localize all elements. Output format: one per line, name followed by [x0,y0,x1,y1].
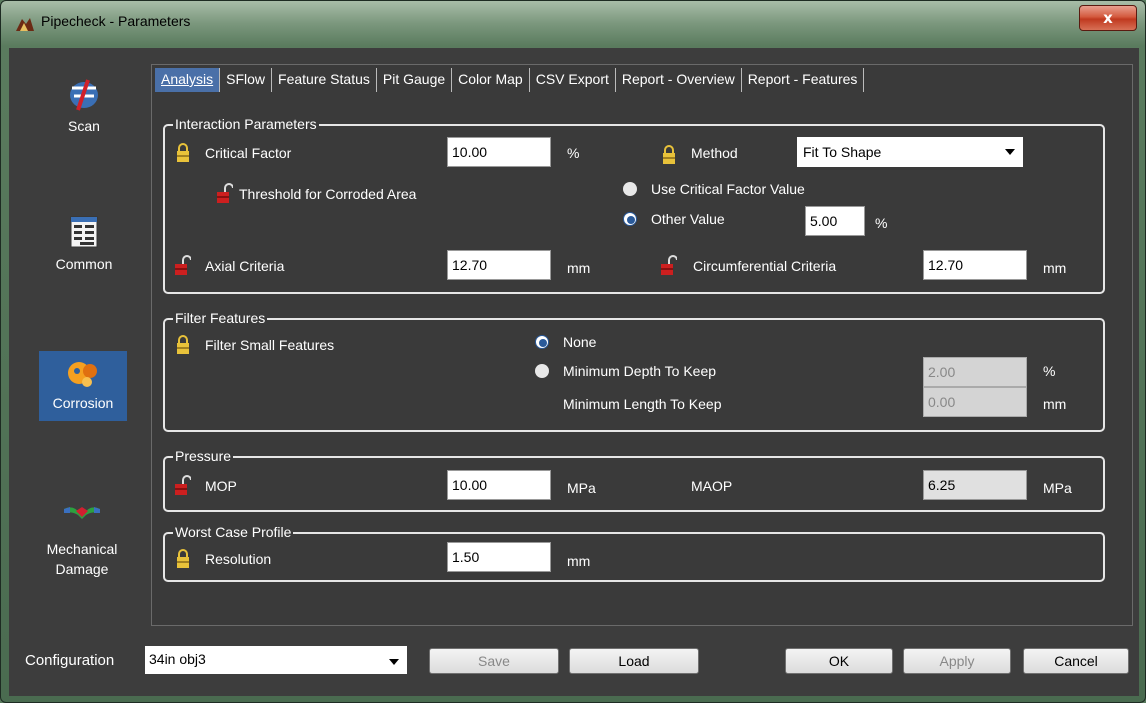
maop-label: MAOP [691,478,733,494]
sidebar-item-corrosion[interactable]: Corrosion [39,351,127,421]
mechanical-damage-icon [64,507,100,519]
circumferential-criteria-input[interactable]: 12.70 [923,250,1027,280]
title-bar[interactable]: Pipecheck - Parameters x [1,1,1145,47]
chevron-down-icon [1005,149,1015,155]
filter-none-label: None [563,334,597,350]
tab-feature-status[interactable]: Feature Status [272,68,377,92]
tab-bar: Analysis SFlow Feature Status Pit Gauge … [155,68,865,94]
other-value-radio[interactable] [623,212,637,226]
method-selected-value: Fit To Shape [803,144,882,160]
cancel-button[interactable]: Cancel [1023,648,1129,674]
tab-pit-gauge[interactable]: Pit Gauge [377,68,453,92]
min-depth-unit: % [1043,363,1056,379]
tab-report-overview[interactable]: Report - Overview [616,68,742,92]
sidebar-label-scan: Scan [68,118,100,134]
worst-case-profile-group: Worst Case Profile [163,524,1105,582]
dialog-client-area: Scan Common Corrosion Mechanical Damage … [9,48,1139,696]
axial-criteria-label: Axial Criteria [205,258,285,274]
lock-closed-icon[interactable] [175,142,191,164]
filter-small-features-label: Filter Small Features [205,337,335,353]
common-icon [70,216,98,248]
window-title: Pipecheck - Parameters [41,13,191,29]
min-length-label: Minimum Length To Keep [563,396,722,412]
circumferential-criteria-unit: mm [1043,260,1067,276]
configuration-label: Configuration [25,652,115,669]
lock-open-icon[interactable] [217,183,233,205]
circumferential-criteria-label: Circumferential Criteria [693,258,837,274]
resolution-unit: mm [567,553,591,569]
lock-open-icon[interactable] [175,475,191,497]
group-title: Filter Features [173,310,268,326]
min-depth-label: Minimum Depth To Keep [563,363,717,379]
critical-factor-input[interactable]: 10.00 [447,137,551,167]
mop-label: MOP [205,478,237,494]
maop-unit: MPa [1043,480,1072,496]
threshold-label: Threshold for Corroded Area [239,186,417,202]
group-title: Interaction Parameters [173,116,319,132]
tab-sflow[interactable]: SFlow [220,68,273,92]
axial-criteria-input[interactable]: 12.70 [447,250,551,280]
scan-icon [70,79,98,111]
close-button[interactable]: x [1079,5,1137,31]
lock-open-icon[interactable] [661,255,677,277]
resolution-label: Resolution [205,551,272,567]
tab-analysis[interactable]: Analysis [155,68,221,92]
use-critical-factor-radio[interactable] [623,182,637,196]
min-depth-radio[interactable] [535,364,549,378]
group-title: Worst Case Profile [173,524,294,540]
configuration-selected-value: 34in obj3 [149,651,206,667]
min-length-input[interactable]: 0.00 [923,387,1027,417]
load-button[interactable]: Load [569,648,699,674]
sidebar-label-corrosion: Corrosion [52,395,114,411]
axial-criteria-unit: mm [567,260,591,276]
sidebar-item-common[interactable]: Common [41,216,127,288]
configuration-dropdown[interactable]: 34in obj3 [145,646,407,674]
ok-button[interactable]: OK [785,648,893,674]
mop-unit: MPa [567,480,596,496]
chevron-down-icon [389,659,399,665]
maop-readonly-field: 6.25 [923,470,1027,500]
dialog-window: Pipecheck - Parameters x Scan Common Cor… [0,0,1146,703]
other-value-label: Other Value [651,211,725,227]
lock-closed-icon[interactable] [661,144,677,166]
mop-input[interactable]: 10.00 [447,470,551,500]
sidebar-item-scan[interactable]: Scan [41,78,127,150]
tab-color-map[interactable]: Color Map [452,68,530,92]
resolution-input[interactable]: 1.50 [447,542,551,572]
method-label: Method [691,145,738,161]
group-title: Pressure [173,448,234,464]
sidebar-label-common: Common [55,256,113,272]
lock-closed-icon[interactable] [175,548,191,570]
use-critical-factor-label: Use Critical Factor Value [651,181,805,197]
other-value-unit: % [875,215,888,231]
method-dropdown[interactable]: Fit To Shape [797,137,1023,167]
save-button[interactable]: Save [429,648,559,674]
sidebar-label-mechanical-damage: Mechanical Damage [46,541,118,577]
min-depth-input[interactable]: 2.00 [923,357,1027,387]
lock-closed-icon[interactable] [175,334,191,356]
sidebar-item-mechanical-damage[interactable]: Mechanical Damage [35,503,129,593]
tab-csv-export[interactable]: CSV Export [530,68,616,92]
lock-open-icon[interactable] [175,255,191,277]
apply-button[interactable]: Apply [903,648,1011,674]
critical-factor-label: Critical Factor [205,145,292,161]
min-length-unit: mm [1043,396,1067,412]
critical-factor-unit: % [567,145,580,161]
other-value-input[interactable]: 5.00 [805,206,865,236]
tab-report-features[interactable]: Report - Features [742,68,865,92]
corrosion-icon [68,362,97,387]
filter-none-radio[interactable] [535,335,549,349]
pipecheck-app-icon [16,18,34,31]
